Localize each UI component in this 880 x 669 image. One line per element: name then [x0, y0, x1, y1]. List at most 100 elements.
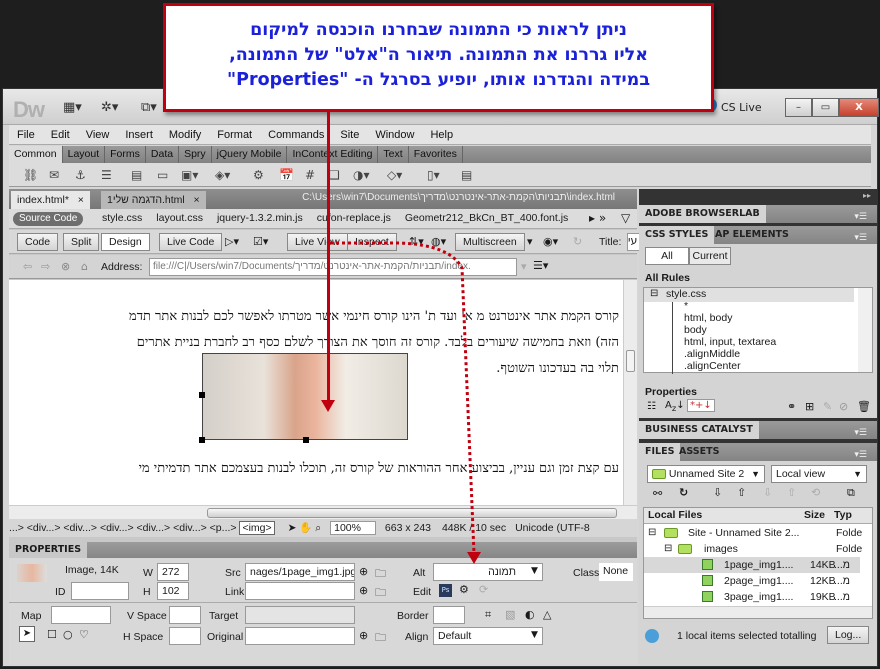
- stylesheet-row[interactable]: ⊟ style.css: [644, 288, 854, 302]
- horizontal-scrollbar[interactable]: [9, 505, 637, 519]
- collapse-icon[interactable]: ▸▸: [863, 191, 871, 200]
- scroll-thumb[interactable]: [626, 350, 635, 372]
- crop-icon[interactable]: ⌗: [485, 608, 491, 622]
- window-size[interactable]: 663 x 243: [385, 522, 431, 534]
- source-code-button[interactable]: Source Code: [13, 212, 84, 226]
- live-view-button[interactable]: Live View: [287, 233, 348, 251]
- restore-button[interactable]: ▭: [812, 98, 839, 117]
- tab-layout[interactable]: Layout: [63, 146, 106, 163]
- minimize-button[interactable]: –: [785, 98, 812, 117]
- live-options-icon[interactable]: ⇅▾: [409, 235, 424, 248]
- current-button[interactable]: Current: [689, 247, 731, 265]
- hspace-input[interactable]: [169, 627, 201, 645]
- expand-icon[interactable]: ⧉: [847, 486, 855, 500]
- tab-spry[interactable]: Spry: [179, 146, 212, 163]
- file-row[interactable]: 2page_img1.... 12KB ...מ: [644, 573, 860, 589]
- tag-selector[interactable]: ...> <div...> <div...> <div...> <div...>…: [9, 522, 239, 534]
- handshake-image[interactable]: [199, 353, 408, 443]
- live-code-button[interactable]: Live Code: [159, 233, 223, 251]
- hyperlink-icon[interactable]: ⛓: [23, 168, 38, 182]
- tab-common[interactable]: Common: [9, 146, 63, 163]
- check-in-icon[interactable]: ⇧: [787, 486, 796, 499]
- browserlab-panel-header[interactable]: ADOBE BROWSERLAB ▾☰: [639, 205, 877, 223]
- hand-tool-icon[interactable]: ✋: [299, 522, 312, 534]
- point-to-file-icon[interactable]: ⊕: [359, 565, 368, 578]
- file-row-selected[interactable]: 1page_img1.... 14KB ...מ: [644, 557, 860, 573]
- tab-incontext-editing[interactable]: InContext Editing: [287, 146, 379, 163]
- doc-tab-demo[interactable]: הדגמה שלי1.html ×: [101, 191, 206, 209]
- panel-menu-icon[interactable]: ▾☰: [848, 446, 873, 464]
- related-file[interactable]: layout.css: [149, 212, 210, 224]
- assets-tab[interactable]: ASSETS: [673, 443, 725, 461]
- refresh-icon[interactable]: ↻: [573, 235, 582, 248]
- col-type[interactable]: Typ: [834, 509, 852, 521]
- tag-chooser-icon[interactable]: ▤: [461, 168, 472, 182]
- close-tab-icon[interactable]: ×: [78, 194, 84, 206]
- email-link-icon[interactable]: ✉: [49, 168, 59, 182]
- address-dropdown-icon[interactable]: ▾: [521, 260, 527, 273]
- check-out-icon[interactable]: ⇩: [763, 486, 772, 499]
- css-rule[interactable]: html, input, textarea: [684, 336, 776, 348]
- script-icon[interactable]: ◇▾: [387, 168, 402, 182]
- select-tool-icon[interactable]: ➤: [288, 522, 297, 534]
- validate-icon[interactable]: ☑▾: [253, 235, 268, 248]
- connect-icon[interactable]: ⚯: [653, 487, 662, 500]
- filter-icon[interactable]: ▽: [621, 211, 630, 225]
- src-input[interactable]: nages/1page_img1.jpg: [245, 563, 355, 581]
- tab-jquery-mobile[interactable]: jQuery Mobile: [212, 146, 288, 163]
- log-button[interactable]: Log...: [827, 626, 870, 644]
- related-file[interactable]: style.css: [95, 212, 149, 224]
- more-files-icon[interactable]: ▸ »: [589, 211, 606, 225]
- put-files-icon[interactable]: ⇧: [737, 486, 746, 499]
- category-view-icon[interactable]: ☷: [647, 401, 656, 412]
- alt-dropdown-icon[interactable]: ▼: [531, 566, 538, 576]
- site-icon[interactable]: ⧉▾: [141, 100, 157, 115]
- css-rule[interactable]: .alignCenter: [684, 360, 741, 372]
- alpha-view-icon[interactable]: Az↓: [665, 400, 685, 413]
- target-select[interactable]: [245, 606, 355, 624]
- edit-settings-icon[interactable]: ⚙: [459, 583, 469, 596]
- menu-window[interactable]: Window: [367, 129, 422, 141]
- scroll-thumb[interactable]: [207, 508, 617, 518]
- browse-folder-icon[interactable]: 🗀: [375, 565, 386, 584]
- layout-icon[interactable]: ▦▾: [63, 100, 82, 115]
- menu-insert[interactable]: Insert: [117, 129, 161, 141]
- alt-input[interactable]: תמונה: [433, 563, 543, 581]
- refresh-icon[interactable]: ↻: [679, 486, 688, 499]
- resize-handle[interactable]: [199, 437, 205, 443]
- collapse-tree-icon[interactable]: ⊟: [664, 541, 672, 557]
- design-view[interactable]: קורס הקמת אתר אינטרנט מ א' ועד ת' הינו ק…: [9, 280, 623, 505]
- address-input[interactable]: file:///C|/Users/win7/Documents/תבניות/ה…: [149, 258, 517, 276]
- close-button[interactable]: X: [839, 98, 879, 117]
- gear-icon[interactable]: ✲▾: [101, 100, 118, 115]
- files-hscrollbar[interactable]: [644, 606, 872, 618]
- circle-hotspot-icon[interactable]: ○: [63, 628, 73, 641]
- css-rule[interactable]: body: [684, 324, 707, 336]
- photoshop-edit-icon[interactable]: Ps: [439, 584, 452, 597]
- menu-edit[interactable]: Edit: [43, 129, 78, 141]
- close-tab-icon[interactable]: ×: [194, 194, 200, 206]
- zoom-tool-icon[interactable]: ⌕: [315, 522, 321, 534]
- collapse-tree-icon[interactable]: ⊟: [650, 288, 658, 299]
- synchronize-icon[interactable]: ⟲: [811, 486, 820, 499]
- code-view-button[interactable]: Code: [17, 233, 59, 251]
- stop-icon[interactable]: ⊗: [61, 260, 70, 273]
- get-files-icon[interactable]: ⇩: [713, 486, 722, 499]
- panel-menu-icon[interactable]: ▾☰: [848, 229, 873, 247]
- multiscreen-button[interactable]: Multiscreen: [455, 233, 525, 251]
- browser-nav-options-icon[interactable]: ☰▾: [533, 259, 548, 272]
- point-to-file-icon[interactable]: ⊕: [359, 629, 368, 642]
- css-rule[interactable]: .alignMiddle: [684, 348, 740, 360]
- menu-view[interactable]: View: [78, 129, 118, 141]
- css-rule[interactable]: *: [684, 300, 688, 312]
- forward-icon[interactable]: ⇨: [41, 260, 50, 273]
- link-input[interactable]: [245, 582, 355, 600]
- rect-hotspot-icon[interactable]: ☐: [47, 628, 57, 641]
- polygon-hotspot-icon[interactable]: ♡: [79, 628, 89, 641]
- file-row[interactable]: ⊟ Site - Unnamed Site 2... Folde: [644, 525, 862, 541]
- horizontal-rule-icon[interactable]: ☰: [101, 168, 112, 182]
- browser-compat-icon[interactable]: ▷▾: [225, 235, 239, 248]
- border-input[interactable]: [433, 606, 465, 624]
- menu-commands[interactable]: Commands: [260, 129, 332, 141]
- brightness-contrast-icon[interactable]: ◐: [525, 608, 535, 621]
